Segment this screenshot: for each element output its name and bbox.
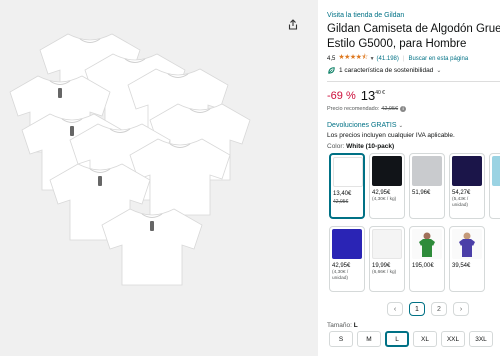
rrp-label: Precio recomendado: xyxy=(327,106,380,112)
rating-row: 4,5 ★★★★⯪ ▼ (41.198) | Buscar en esta pá… xyxy=(327,53,468,64)
swatch-image xyxy=(372,156,402,186)
swatch-unit-price: (6,66€ / kg) xyxy=(372,270,397,275)
color-swatch-purple[interactable]: 39,54€ xyxy=(449,226,485,292)
swatch-image xyxy=(492,156,500,186)
swatch-unit-price: (4,30€ / unidad) xyxy=(332,270,349,281)
free-returns-link[interactable]: Devoluciones GRATIS ⌄ xyxy=(327,122,403,129)
swatch-price: 19,99€ xyxy=(372,263,391,269)
swatch-model-image xyxy=(452,229,482,259)
color-swatch-green[interactable]: 195,00€ xyxy=(409,226,445,292)
size-label: Tamaño: xyxy=(327,322,352,329)
chevron-down-icon: ⌄ xyxy=(398,123,404,129)
free-returns-label: Devoluciones GRATIS xyxy=(327,122,397,129)
pager-page-2[interactable]: 2 xyxy=(431,302,447,316)
pager-prev-button[interactable]: ‹ xyxy=(387,302,403,316)
swatch-price: 42,95€ xyxy=(372,190,391,196)
share-icon xyxy=(288,18,298,30)
selected-color: White (10-pack) xyxy=(346,143,395,150)
color-swatch-white-pack[interactable]: 19,99€ (6,66€ / kg) xyxy=(369,226,405,292)
swatch-pager: ‹ 1 2 › xyxy=(387,302,469,316)
size-label-row: Tamaño: L xyxy=(327,322,358,329)
discount-percent: -69 % xyxy=(327,90,356,102)
color-swatch-light-blue[interactable] xyxy=(489,153,500,219)
swatch-price: 51,96€ xyxy=(412,190,431,196)
color-swatch-black[interactable]: 42,95€ (4,30€ / kg) xyxy=(369,153,405,219)
swatch-image xyxy=(412,156,442,186)
product-details-panel: Visita la tienda de Gildan Gildan Camise… xyxy=(327,0,500,356)
swatch-image xyxy=(372,229,402,259)
color-swatch-royal-blue[interactable]: 42,95€ (4,30€ / unidad) xyxy=(329,226,365,292)
pager-next-button[interactable]: › xyxy=(453,302,469,316)
swatch-price: 13,40€ xyxy=(333,191,352,197)
selected-size: L xyxy=(353,322,358,329)
swatch-image xyxy=(333,157,363,187)
info-icon[interactable]: i xyxy=(400,106,407,112)
sustainability-feature-link[interactable]: 1 característica de sostenibilidad ⌄ xyxy=(327,66,441,75)
swatch-price: 195,00€ xyxy=(412,263,434,269)
size-option-s[interactable]: S xyxy=(329,331,353,347)
size-option-m[interactable]: M xyxy=(357,331,381,347)
swatch-image xyxy=(332,229,362,259)
swatch-price: 54,27€ xyxy=(452,190,471,196)
sustainability-label: 1 característica de sostenibilidad xyxy=(339,67,434,74)
size-option-xl[interactable]: XL xyxy=(413,331,437,347)
chevron-down-icon[interactable]: ▼ xyxy=(370,56,375,62)
product-title: Gildan Camiseta de Algodón Grueso, Estil… xyxy=(327,23,500,50)
share-button[interactable] xyxy=(283,14,303,34)
color-swatch-sport-grey[interactable]: 51,96€ xyxy=(409,153,445,219)
divider xyxy=(327,81,500,82)
swatch-unit-price: (5,43€ / unidad) xyxy=(452,197,469,208)
leaf-icon xyxy=(328,67,335,74)
price-decimal: 40 € xyxy=(375,90,385,96)
color-label-row: Color: White (10-pack) xyxy=(327,143,394,150)
swatch-model-image xyxy=(412,229,442,259)
separator: | xyxy=(402,55,405,62)
swatch-unit-price: (4,30€ / kg) xyxy=(372,197,397,202)
color-label: Color: xyxy=(327,143,345,150)
price-row: -69 % 13 40 € xyxy=(327,89,385,103)
size-option-xxl[interactable]: XXL xyxy=(441,331,465,347)
rating-count-link[interactable]: (41.198) xyxy=(377,56,399,62)
swatch-price: 42,95€ xyxy=(332,263,351,269)
tshirt-stack-image xyxy=(9,33,251,286)
swatch-price: 39,54€ xyxy=(452,263,471,269)
star-rating-icon[interactable]: ★★★★⯪ xyxy=(338,53,368,64)
rating-value: 4,5 xyxy=(327,55,336,62)
store-link[interactable]: Visita la tienda de Gildan xyxy=(327,12,404,19)
vat-note: Los precios incluyen cualquier IVA aplic… xyxy=(327,132,455,139)
price-integer: 13 xyxy=(360,88,376,103)
swatch-old-price: 42,95€ xyxy=(333,199,349,205)
color-swatch-navy[interactable]: 54,27€ (5,43€ / unidad) xyxy=(449,153,485,219)
swatch-image xyxy=(452,156,482,186)
size-option-3xl[interactable]: 3XL xyxy=(469,331,493,347)
recommended-price-row: Precio recomendado: 42,95€ i xyxy=(327,106,407,112)
size-option-l[interactable]: L xyxy=(385,331,409,347)
pager-page-1[interactable]: 1 xyxy=(409,302,425,316)
product-image-gallery[interactable] xyxy=(0,0,318,356)
color-swatch-white[interactable]: 13,40€ 42,95€ xyxy=(329,153,365,219)
chevron-down-icon: ⌄ xyxy=(436,68,442,74)
search-this-page-link[interactable]: Buscar en esta página xyxy=(408,56,468,62)
rrp-value: 42,95€ xyxy=(381,106,399,112)
